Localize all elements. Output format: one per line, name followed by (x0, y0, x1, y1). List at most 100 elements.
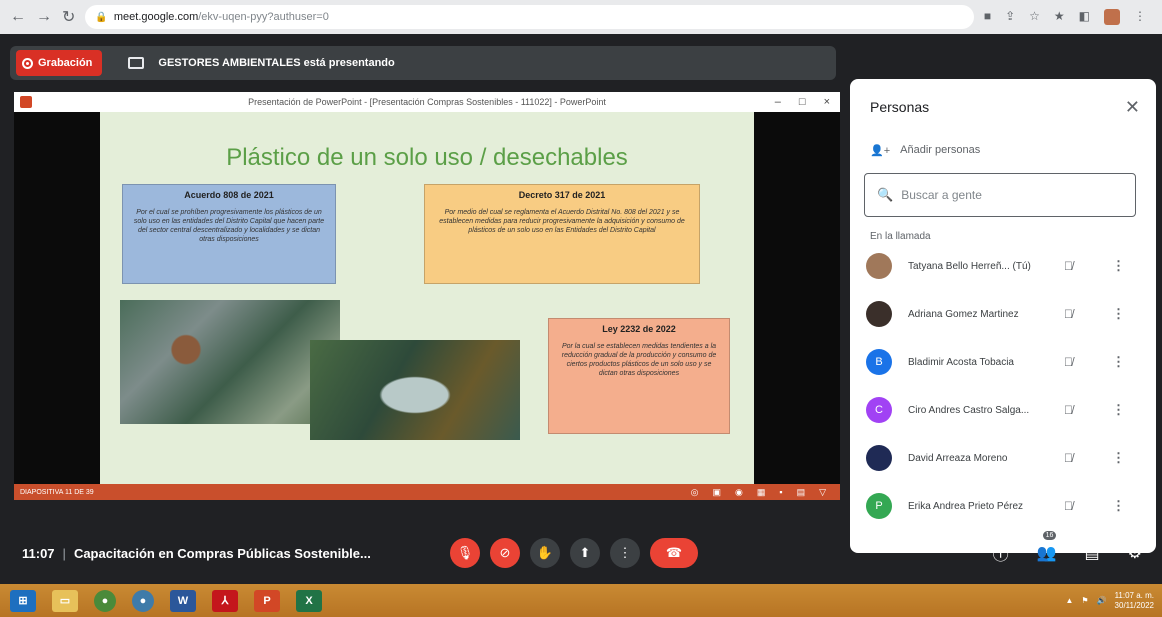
reading-view-icon[interactable]: ◉ (735, 487, 743, 498)
mic-off-icon[interactable]: 🎙̸ (1064, 259, 1073, 273)
participant-row[interactable]: B Bladimir Acosta Tobacia 🎙̸ ⋮ (850, 338, 1156, 386)
mic-off-icon[interactable]: 🎙̸ (1064, 499, 1073, 513)
plastic-waste-photo (120, 300, 340, 424)
people-icon[interactable]: 👥 16 (1037, 531, 1057, 563)
mic-off-button[interactable]: 🎙 (450, 538, 480, 568)
maximize-icon[interactable]: □ (799, 96, 806, 108)
participant-row[interactable]: Tatyana Bello Herreñ... (Tú) 🎙̸ ⋮ (850, 242, 1156, 290)
presenting-info: GESTORES AMBIENTALES está presentando (128, 57, 395, 69)
sorter-view-icon[interactable]: ▦ (757, 487, 766, 498)
more-vert-icon[interactable]: ⋮ (1112, 354, 1125, 370)
chrome-icon[interactable]: ● (132, 589, 154, 612)
search-people-input[interactable]: 🔍 Buscar a gente (864, 173, 1136, 217)
close-icon[interactable]: × (824, 96, 830, 108)
camera-icon[interactable]: ■ (984, 9, 991, 25)
avatar (866, 445, 892, 471)
slideshow-icon[interactable]: ▤ (797, 487, 806, 498)
meeting-title: Capacitación en Compras Públicas Sosteni… (73, 545, 371, 561)
avatar (866, 253, 892, 279)
recording-label: Grabación (38, 57, 93, 69)
card-body: Por el cual se prohíben progresivamente … (133, 209, 325, 243)
end-call-button[interactable]: ☎ (650, 538, 698, 568)
volume-icon[interactable]: 🔊 (1097, 596, 1107, 605)
extension-icon[interactable]: ★ (1054, 9, 1065, 25)
participant-row[interactable]: C Ciro Andres Castro Salga... 🎙̸ ⋮ (850, 386, 1156, 434)
add-person-icon: 👤+ (870, 144, 891, 157)
raise-hand-button[interactable]: ✋ (530, 538, 560, 568)
notes-icon[interactable]: ◎ (691, 487, 699, 498)
close-icon[interactable]: ✕ (1125, 97, 1140, 118)
presenting-text: GESTORES AMBIENTALES está presentando (158, 57, 395, 69)
excel-icon[interactable]: X (296, 589, 322, 612)
add-people-label: Añadir personas (900, 144, 981, 156)
info-icon[interactable]: ⓘ (993, 541, 1009, 565)
minimize-icon[interactable]: – (775, 96, 781, 108)
mic-off-icon[interactable]: 🎙̸ (1064, 451, 1073, 465)
search-placeholder: Buscar a gente (901, 188, 982, 202)
mic-off-icon[interactable]: 🎙̸ (1064, 355, 1073, 369)
card-ley: Ley 2232 de 2022 Por la cual se establec… (548, 318, 730, 434)
back-icon[interactable]: ← (10, 8, 26, 26)
share-icon[interactable]: ⇪ (1005, 9, 1015, 25)
start-icon[interactable]: ⊞ (10, 589, 36, 612)
camera-off-button[interactable]: ⊘ (490, 538, 520, 568)
slide-title: Plástico de un solo uso / desechables (226, 144, 628, 171)
record-icon (22, 57, 33, 69)
separator: | (62, 545, 66, 561)
participant-name: David Arreaza Moreno (908, 452, 1008, 464)
pdf-icon[interactable]: ⅄ (212, 589, 238, 612)
powerpoint-titlebar: Presentación de PowerPoint - [Presentaci… (14, 92, 840, 112)
in-call-label: En la llamada (870, 231, 931, 242)
avatar: C (866, 397, 892, 423)
windows-taskbar: ⊞ ▭ ● ● W ⅄ P X ▲ ⚑ 🔊 11:07 a. m. 30/11/… (0, 584, 1162, 617)
present-button[interactable]: ⬆ (570, 538, 600, 568)
mic-off-icon[interactable]: 🎙̸ (1064, 307, 1073, 321)
powerpoint-icon[interactable]: P (254, 589, 280, 612)
participant-row[interactable]: David Arreaza Moreno 🎙̸ ⋮ (850, 434, 1156, 482)
participant-name: Tatyana Bello Herreñ... (Tú) (908, 260, 1031, 272)
add-people-button[interactable]: 👤+ Añadir personas (850, 135, 1156, 165)
chat-icon[interactable]: ▤ (1085, 543, 1100, 563)
flag-icon[interactable]: ⚑ (1081, 596, 1088, 605)
dropdown-icon[interactable]: ▽ (819, 487, 826, 498)
more-vert-icon[interactable]: ⋮ (1112, 306, 1125, 322)
reload-icon[interactable]: ↻ (62, 7, 75, 27)
presentation-banner: Grabación GESTORES AMBIENTALES está pres… (10, 46, 836, 80)
tray-up-icon[interactable]: ▲ (1065, 596, 1073, 605)
activities-icon[interactable]: ⚙ (1128, 543, 1142, 563)
address-bar[interactable]: 🔒 meet.google.com /ekv-uqen-pyy?authuser… (85, 5, 974, 29)
card-heading: Ley 2232 de 2022 (602, 324, 676, 334)
word-icon[interactable]: W (170, 589, 196, 612)
people-list: Tatyana Bello Herreñ... (Tú) 🎙̸ ⋮ Adriana G… (850, 242, 1156, 530)
avatar (866, 301, 892, 327)
window-controls: – □ × (775, 96, 830, 108)
file-explorer-icon[interactable]: ▭ (52, 589, 78, 612)
participant-name: Erika Andrea Prieto Pérez (908, 500, 1024, 512)
system-clock[interactable]: 11:07 a. m. 30/11/2022 (1115, 591, 1154, 611)
side-controls: ⓘ 👥 16 ▤ ⚙ (993, 531, 1142, 565)
participant-row[interactable]: Adriana Gomez Martinez 🎙̸ ⋮ (850, 290, 1156, 338)
more-vert-icon[interactable]: ⋮ (1112, 402, 1125, 418)
menu-icon[interactable]: ⋮ (1134, 9, 1146, 25)
avatar: B (866, 349, 892, 375)
powerpoint-window: Presentación de PowerPoint - [Presentaci… (14, 92, 840, 500)
star-icon[interactable]: ☆ (1029, 9, 1040, 25)
browser-toolbar: ← → ↻ 🔒 meet.google.com /ekv-uqen-pyy?au… (0, 0, 1162, 34)
normal-view-icon[interactable]: ▣ (712, 487, 721, 498)
card-acuerdo: Acuerdo 808 de 2021 Por el cual se prohí… (122, 184, 336, 284)
call-controls: 🎙 ⊘ ✋ ⬆ ⋮ ☎ (450, 538, 698, 568)
sidepanel-icon[interactable]: ◧ (1079, 9, 1090, 25)
slide: Plástico de un solo uso / desechables Ac… (100, 112, 754, 484)
grid-icon[interactable]: ▪ (779, 487, 782, 498)
more-options-button[interactable]: ⋮ (610, 538, 640, 568)
recording-badge[interactable]: Grabación (16, 50, 103, 76)
statusbar-icons: ◎ ▣ ◉ ▦ ▪ ▤ ▽ (691, 487, 826, 498)
forward-icon[interactable]: → (36, 8, 52, 26)
chrome-icon[interactable]: ● (94, 589, 116, 612)
more-vert-icon[interactable]: ⋮ (1112, 258, 1125, 274)
more-vert-icon[interactable]: ⋮ (1112, 450, 1125, 466)
clock-date: 30/11/2022 (1114, 600, 1154, 610)
profile-avatar[interactable] (1104, 9, 1120, 25)
mic-off-icon[interactable]: 🎙̸ (1064, 403, 1073, 417)
more-vert-icon[interactable]: ⋮ (1112, 498, 1125, 514)
